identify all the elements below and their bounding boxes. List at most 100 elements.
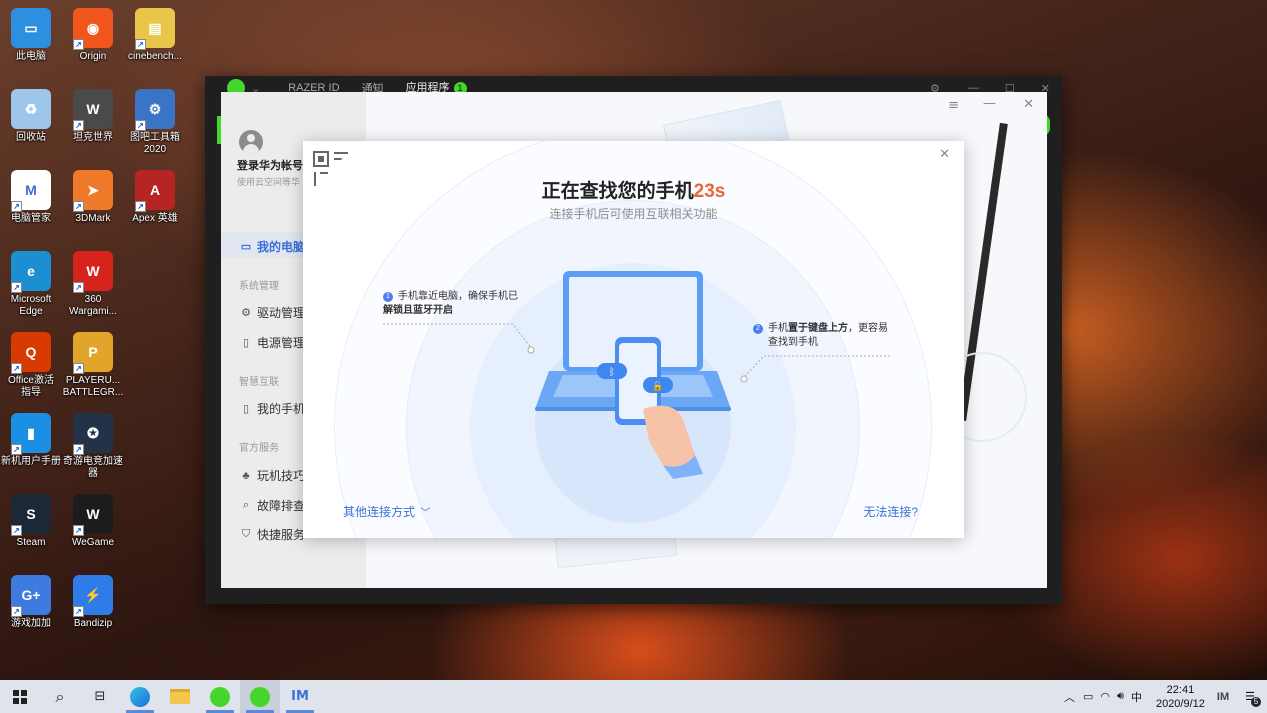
sidebar-item-driver[interactable]: ⚙ 驱动管理 xyxy=(239,304,305,321)
steam-icon: S ↗ xyxy=(11,494,51,536)
wegame-icon: W ↗ xyxy=(73,494,113,536)
account-title[interactable]: 登录华为帐号 xyxy=(237,157,303,173)
desktop-icon-new-user-manual[interactable]: ▮ ↗ 新机用户手册 xyxy=(0,413,62,468)
desktop-icon-wegame[interactable]: W ↗ WeGame xyxy=(62,494,124,549)
desktop-icon-label: 游戏加加 xyxy=(11,618,51,629)
notification-icon[interactable]: ☰ 5 xyxy=(1245,690,1261,707)
sidebar-item-my-phone[interactable]: ▯ 我的手机 xyxy=(239,400,305,417)
close-icon[interactable]: ✕ xyxy=(939,147,950,162)
desktop-icon-qiyou-accelerator[interactable]: ✪ ↗ 奇游电竞加速 器 xyxy=(62,413,124,480)
taskbar-razer-2[interactable] xyxy=(240,680,280,713)
shortcut-arrow-icon: ↗ xyxy=(11,606,22,617)
world-of-tanks-icon: W ↗ xyxy=(73,89,113,131)
taskbar-edge[interactable] xyxy=(120,680,160,713)
desktop-icon-label: 奇游电竞加速 器 xyxy=(63,456,123,479)
shortcut-arrow-icon: ↗ xyxy=(135,120,146,131)
shortcut-arrow-icon: ↗ xyxy=(11,282,22,293)
hint-1-line2: 解锁且蓝牙开启 xyxy=(383,305,453,316)
svg-text:🔓: 🔓 xyxy=(652,380,663,392)
desktop-icon-youxi-jiajia[interactable]: G+ ↗ 游戏加加 xyxy=(0,575,62,630)
cannot-connect-link[interactable]: 无法连接? xyxy=(863,503,918,520)
chevron-down-icon: ﹀ xyxy=(420,508,431,519)
desktop-icon-bandizip[interactable]: ⚡ ↗ Bandizip xyxy=(62,575,124,630)
desktop-icon-label: Origin xyxy=(79,51,107,62)
hint-2-line2: 查找到手机 xyxy=(768,337,818,348)
task-view-icon: ⊟ xyxy=(94,689,106,704)
shortcut-arrow-icon: ↗ xyxy=(73,363,84,374)
ime-indicator[interactable]: 中 xyxy=(1131,689,1142,705)
start-button[interactable] xyxy=(0,680,40,713)
task-view-button[interactable]: ⊟ xyxy=(80,680,120,713)
desktop-icon-this-pc[interactable]: ▭ 此电脑 xyxy=(0,8,62,63)
sidebar-item-label: 电源管理 xyxy=(257,336,306,350)
sidebar-item-label: 驱动管理 xyxy=(257,306,306,320)
desktop-icon-label: 此电脑 xyxy=(16,51,46,62)
other-connection-methods-link[interactable]: 其他连接方式 ﹀ xyxy=(343,503,430,520)
chevron-up-icon[interactable]: ︿ xyxy=(1064,689,1075,705)
desktop-icon-label: cinebench... xyxy=(128,51,182,62)
taskbar-file-explorer[interactable] xyxy=(160,680,200,713)
find-phone-dialog: ✕ 正在查找您的手机23s 连接手机后可使用互联相关功能 ᛒ 🔓 1 手机靠近电脑… xyxy=(303,141,964,538)
folder-icon xyxy=(170,689,190,704)
monitor-icon: ▭ xyxy=(240,241,252,253)
close-icon[interactable]: ✕ xyxy=(1023,97,1034,112)
taskbar: ⌕ ⊟ IM ︿ ▭ ◠ 🔊︎ 中 22:41 2020/9/12 IM ☰ 5 xyxy=(0,680,1267,713)
taskbar-pc-manager[interactable]: IM xyxy=(280,680,320,713)
desktop-icon-label: Microsoft Edge xyxy=(10,294,52,317)
battery-icon[interactable]: ▭ xyxy=(1083,690,1093,703)
desktop-icon-pc-manager[interactable]: M ↗ 电脑管家 xyxy=(0,170,62,225)
desktop-icon-360-wargaming[interactable]: W ↗ 360 Wargami... xyxy=(62,251,124,318)
sidebar-item-tips[interactable]: ♣ 玩机技巧 xyxy=(239,467,305,484)
desktop-icon-microsoft-edge[interactable]: e ↗ Microsoft Edge xyxy=(0,251,62,318)
shield-icon: ⛉ xyxy=(241,528,251,540)
sidebar-item-quick-service[interactable]: ⛉ 快捷服务 xyxy=(239,526,305,543)
section-smart: 智慧互联 xyxy=(239,377,279,388)
gear-icon: ⚙ xyxy=(241,307,251,319)
notification-count: 5 xyxy=(1251,697,1261,707)
clock[interactable]: 22:41 2020/9/12 xyxy=(1156,683,1205,711)
desktop-icon-steam[interactable]: S ↗ Steam xyxy=(0,494,62,549)
minimize-icon[interactable]: — xyxy=(983,96,996,111)
sidebar-item-label: 我的手机 xyxy=(257,402,306,416)
taskbar-razer[interactable] xyxy=(200,680,240,713)
youxi-jiajia-icon: G+ ↗ xyxy=(11,575,51,617)
desktop-icon-cinebench[interactable]: ▤ ↗ cinebench... xyxy=(124,8,186,63)
desktop-icon-office-activation[interactable]: Q ↗ Office激活 指导 xyxy=(0,332,62,399)
section-service: 官方服务 xyxy=(239,443,279,454)
volume-icon[interactable]: 🔊︎ xyxy=(1117,690,1124,703)
desktop-icon-origin[interactable]: ◉ ↗ Origin xyxy=(62,8,124,63)
origin-icon: ◉ ↗ xyxy=(73,8,113,50)
shortcut-arrow-icon: ↗ xyxy=(11,444,22,455)
desktop-icon-pubg[interactable]: P ↗ PLAYERU... BATTLEGR... xyxy=(62,332,124,399)
sidebar-item-power[interactable]: ▯ 电源管理 xyxy=(239,334,305,351)
avatar[interactable] xyxy=(239,130,263,154)
hint-2-line1-a: 手机 xyxy=(768,323,788,334)
shortcut-arrow-icon: ↗ xyxy=(73,120,84,131)
phone-icon: ▯ xyxy=(242,403,250,415)
desktop-icon-world-of-tanks[interactable]: W ↗ 坦克世界 xyxy=(62,89,124,144)
desktop-icon-apex-legends[interactable]: A ↗ Apex 英雄 xyxy=(124,170,186,225)
wifi-icon[interactable]: ◠ xyxy=(1100,690,1110,703)
sidebar-item-my-pc-row[interactable]: ▭ 我的电脑 xyxy=(239,238,305,255)
desktop-icon-label: 360 Wargami... xyxy=(69,294,117,317)
sidebar-item-troubleshoot[interactable]: ⌕ 故障排查 xyxy=(239,497,305,514)
search-button[interactable]: ⌕ xyxy=(40,680,80,713)
shortcut-arrow-icon: ↗ xyxy=(73,282,84,293)
desktop-icon-3dmark[interactable]: ➤ ↗ 3DMark xyxy=(62,170,124,225)
desktop-icon-tool-box[interactable]: ⚙ ↗ 图吧工具箱 2020 xyxy=(124,89,186,156)
pc-manager-icon: M ↗ xyxy=(11,170,51,212)
countdown: 23s xyxy=(693,181,726,202)
sidebar-item-label: 玩机技巧 xyxy=(257,469,306,483)
this-pc-icon: ▭ xyxy=(11,8,51,48)
pc-manager-tray-icon[interactable]: IM xyxy=(1217,691,1229,703)
menu-icon[interactable]: ≡ xyxy=(948,98,959,113)
desktop-icon-label: WeGame xyxy=(71,537,115,548)
shortcut-arrow-icon: ↗ xyxy=(11,363,22,374)
windows-icon xyxy=(13,689,27,704)
desktop-icon-recycle-bin[interactable]: ♻ 回收站 xyxy=(0,89,62,144)
desktop-icon-label: PLAYERU... BATTLEGR... xyxy=(62,375,124,398)
hint-2-connector xyxy=(740,355,890,383)
desktop-icon-label: Bandizip xyxy=(73,618,113,629)
hint-2: 2 手机置于键盘上方，更容易 查找到手机 xyxy=(753,322,913,350)
hint-1-line1: 手机靠近电脑，确保手机已 xyxy=(398,291,518,302)
